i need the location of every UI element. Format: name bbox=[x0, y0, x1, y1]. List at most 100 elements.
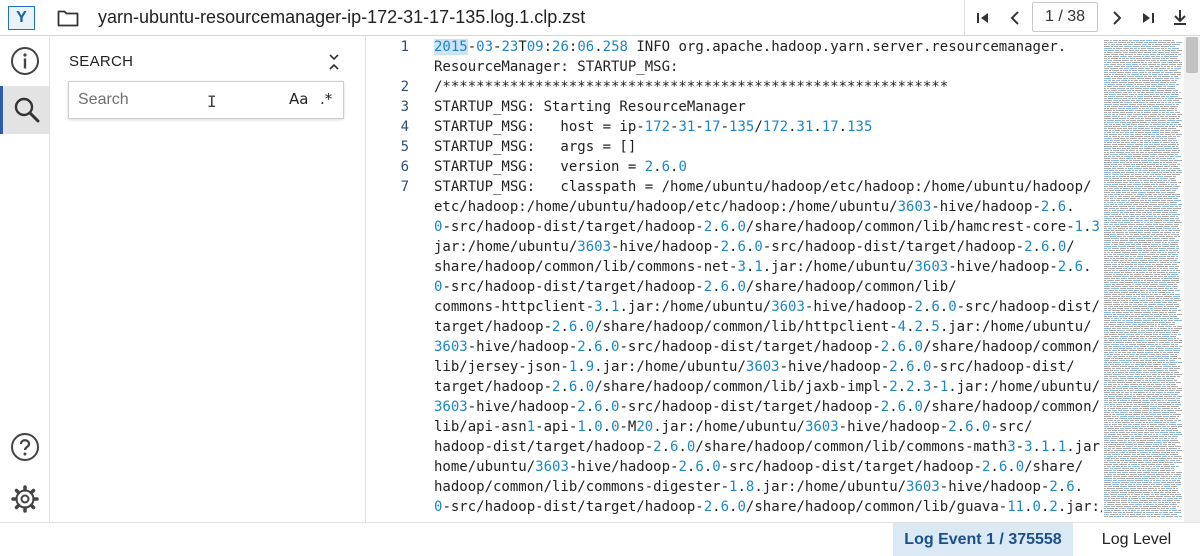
minimap-mark bbox=[1146, 102, 1148, 103]
minimap-mark bbox=[1174, 72, 1181, 73]
collapse-all-button[interactable] bbox=[325, 52, 343, 72]
minimap-mark bbox=[1173, 198, 1178, 199]
minimap-mark bbox=[1124, 156, 1132, 157]
minimap-mark bbox=[1163, 416, 1169, 417]
minimap-mark bbox=[1167, 482, 1174, 483]
minimap-mark bbox=[1176, 172, 1182, 173]
activity-item-help[interactable] bbox=[0, 423, 50, 471]
minimap-mark bbox=[1125, 342, 1132, 343]
minimap-mark bbox=[1161, 482, 1166, 483]
minimap-mark bbox=[1104, 396, 1107, 397]
minimap-mark bbox=[1119, 508, 1126, 509]
minimap-mark bbox=[1145, 194, 1152, 195]
minimap-mark bbox=[1175, 218, 1179, 219]
minimap-mark bbox=[1150, 480, 1152, 481]
minimap-mark bbox=[1167, 42, 1170, 43]
match-case-toggle[interactable]: Aa bbox=[289, 90, 308, 108]
minimap-mark bbox=[1113, 138, 1119, 139]
minimap-mark bbox=[1152, 232, 1159, 233]
minimap-mark bbox=[1133, 184, 1141, 185]
minimap[interactable] bbox=[1102, 37, 1184, 522]
minimap-mark bbox=[1133, 418, 1140, 419]
regex-toggle[interactable]: .* bbox=[320, 90, 332, 108]
minimap-mark bbox=[1120, 50, 1125, 51]
minimap-mark bbox=[1175, 290, 1180, 291]
scrollbar-thumb[interactable] bbox=[1186, 37, 1198, 73]
minimap-mark bbox=[1158, 246, 1161, 247]
minimap-mark bbox=[1136, 294, 1140, 295]
minimap-mark bbox=[1104, 382, 1107, 383]
minimap-mark bbox=[1149, 272, 1152, 273]
minimap-mark bbox=[1145, 120, 1151, 121]
minimap-mark bbox=[1145, 444, 1152, 445]
minimap-mark bbox=[1131, 330, 1137, 331]
minimap-mark bbox=[1158, 504, 1164, 505]
minimap-mark bbox=[1176, 134, 1182, 135]
minimap-mark bbox=[1150, 94, 1155, 95]
download-button[interactable] bbox=[1163, 2, 1197, 34]
minimap-mark bbox=[1149, 422, 1153, 423]
minimap-mark bbox=[1167, 110, 1174, 111]
minimap-mark bbox=[1167, 154, 1174, 155]
activity-item-info[interactable] bbox=[0, 37, 50, 85]
minimap-mark bbox=[1163, 464, 1169, 465]
minimap-mark bbox=[1152, 46, 1160, 47]
minimap-mark bbox=[1161, 72, 1164, 73]
next-page-button[interactable] bbox=[1100, 2, 1134, 34]
last-page-button[interactable] bbox=[1131, 2, 1165, 34]
minimap-mark bbox=[1129, 504, 1134, 505]
minimap-mark bbox=[1158, 506, 1161, 507]
log-editor[interactable]: 1 2015-03-23T09:26:06.258 INFO org.apache… bbox=[367, 37, 1102, 522]
app-logo[interactable]: Y bbox=[8, 6, 35, 30]
activity-item-search[interactable] bbox=[0, 86, 50, 134]
prev-page-button[interactable] bbox=[998, 2, 1032, 34]
log-level-button[interactable]: Log Level bbox=[1073, 523, 1200, 556]
log-event-indicator[interactable]: Log Event 1 / 375558 bbox=[893, 523, 1073, 556]
minimap-mark bbox=[1126, 446, 1133, 447]
minimap-mark bbox=[1178, 310, 1181, 311]
first-page-button[interactable] bbox=[966, 2, 1000, 34]
minimap-mark bbox=[1163, 44, 1171, 45]
minimap-mark bbox=[1159, 396, 1163, 397]
minimap-mark bbox=[1126, 158, 1133, 159]
minimap-mark bbox=[1114, 202, 1116, 203]
minimap-mark bbox=[1158, 120, 1166, 121]
minimap-mark bbox=[1104, 414, 1108, 415]
minimap-mark bbox=[1108, 98, 1113, 99]
minimap-mark bbox=[1137, 442, 1145, 443]
minimap-mark bbox=[1135, 182, 1140, 183]
minimap-mark bbox=[1112, 484, 1119, 485]
minimap-mark bbox=[1138, 282, 1146, 283]
minimap-mark bbox=[1110, 282, 1118, 283]
first-page-icon bbox=[977, 13, 988, 23]
minimap-mark bbox=[1124, 390, 1126, 391]
minimap-mark bbox=[1122, 510, 1124, 511]
log-line-text: jar:/home/ubuntu/3603-hive/hadoop-2.6.0-… bbox=[434, 239, 1075, 255]
minimap-mark bbox=[1163, 378, 1166, 379]
minimap-mark bbox=[1171, 394, 1178, 395]
page-number-input[interactable]: 1 / 38 bbox=[1032, 2, 1098, 32]
minimap-mark bbox=[1132, 122, 1139, 123]
search-input[interactable] bbox=[78, 89, 258, 111]
minimap-mark bbox=[1121, 130, 1129, 131]
minimap-mark bbox=[1107, 474, 1112, 475]
log-line-text: STARTUP_MSG: host = ip-172-31-17-135/172… bbox=[434, 119, 873, 135]
minimap-mark bbox=[1138, 296, 1140, 297]
minimap-mark bbox=[1139, 108, 1141, 109]
minimap-mark bbox=[1171, 468, 1174, 469]
vertical-scrollbar[interactable] bbox=[1184, 37, 1200, 522]
minimap-mark bbox=[1104, 228, 1107, 229]
minimap-mark bbox=[1177, 376, 1180, 377]
minimap-mark bbox=[1141, 364, 1146, 365]
minimap-mark bbox=[1115, 170, 1118, 171]
minimap-mark bbox=[1128, 380, 1133, 381]
minimap-mark bbox=[1158, 374, 1160, 375]
minimap-mark bbox=[1104, 370, 1109, 371]
minimap-mark bbox=[1150, 228, 1155, 229]
minimap-mark bbox=[1166, 84, 1168, 85]
minimap-mark bbox=[1108, 444, 1116, 445]
open-file-button[interactable] bbox=[54, 6, 82, 30]
minimap-mark bbox=[1155, 344, 1158, 345]
activity-item-settings[interactable] bbox=[0, 475, 50, 523]
minimap-mark bbox=[1104, 168, 1111, 169]
